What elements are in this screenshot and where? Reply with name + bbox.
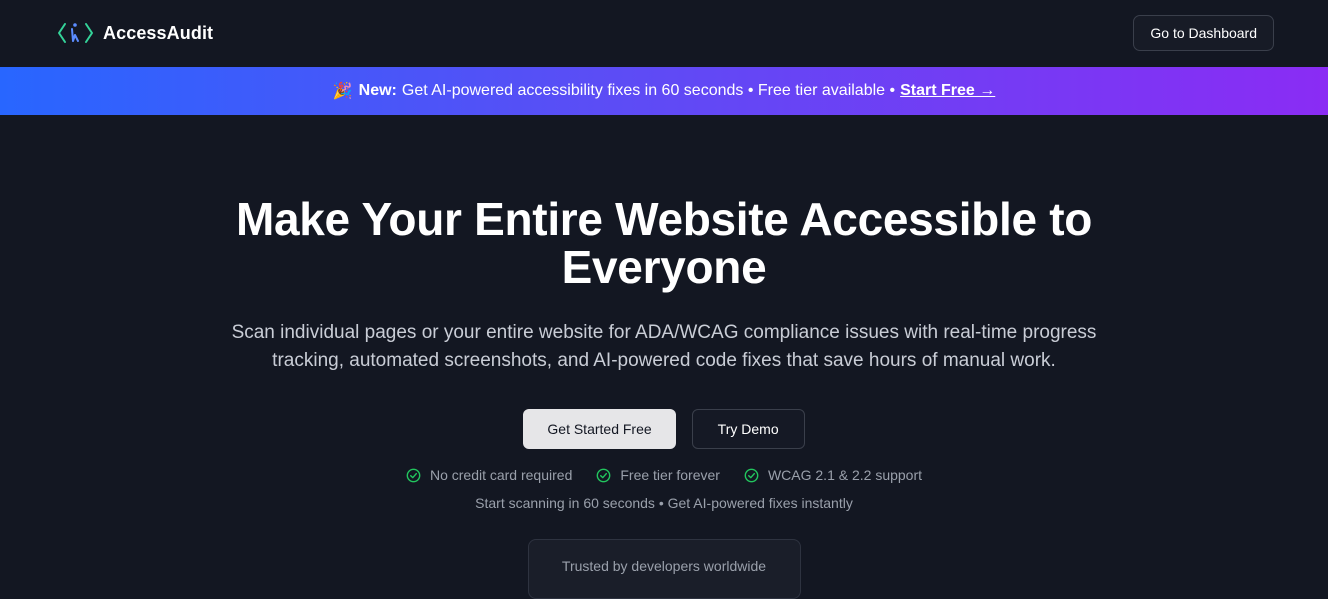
announcement-banner: 🎉 New: Get AI-powered accessibility fixe… — [0, 67, 1328, 115]
start-free-link[interactable]: Start Free → — [900, 82, 995, 100]
hero-title: Make Your Entire Website Accessible to E… — [235, 193, 1093, 293]
feature-label: Free tier forever — [620, 467, 720, 483]
brand-logo[interactable]: AccessAudit — [57, 21, 213, 45]
brand-name: AccessAudit — [103, 22, 214, 43]
try-demo-button[interactable]: Try Demo — [691, 409, 805, 449]
trusted-badge: Trusted by developers worldwide — [527, 539, 801, 599]
go-to-dashboard-button[interactable]: Go to Dashboard — [1133, 15, 1274, 51]
feature-list: No credit card required Free tier foreve… — [0, 467, 1328, 483]
hero-tagline: Start scanning in 60 seconds • Get AI-po… — [475, 495, 853, 511]
check-circle-icon — [744, 468, 759, 482]
top-navigation: AccessAudit Go to Dashboard — [0, 0, 1328, 66]
hero-section: Make Your Entire Website Accessible to E… — [0, 195, 1328, 599]
get-started-free-button[interactable]: Get Started Free — [523, 409, 676, 449]
hero-subtitle: Scan individual pages or your entire web… — [231, 322, 1097, 371]
feature-item: Free tier forever — [596, 467, 720, 483]
check-circle-icon — [596, 468, 611, 482]
cta-row: Get Started Free Try Demo — [0, 409, 1328, 449]
banner-new-label: New: — [358, 82, 397, 99]
party-popper-icon: 🎉 — [332, 83, 353, 100]
feature-label: WCAG 2.1 & 2.2 support — [767, 467, 923, 483]
banner-text: Get AI-powered accessibility fixes in 60… — [401, 82, 896, 99]
check-circle-icon — [406, 468, 421, 482]
braces-accessibility-logo-icon — [58, 23, 93, 43]
feature-label: No credit card required — [429, 467, 573, 483]
feature-item: No credit card required — [406, 467, 572, 483]
feature-item: WCAG 2.1 & 2.2 support — [744, 467, 922, 483]
